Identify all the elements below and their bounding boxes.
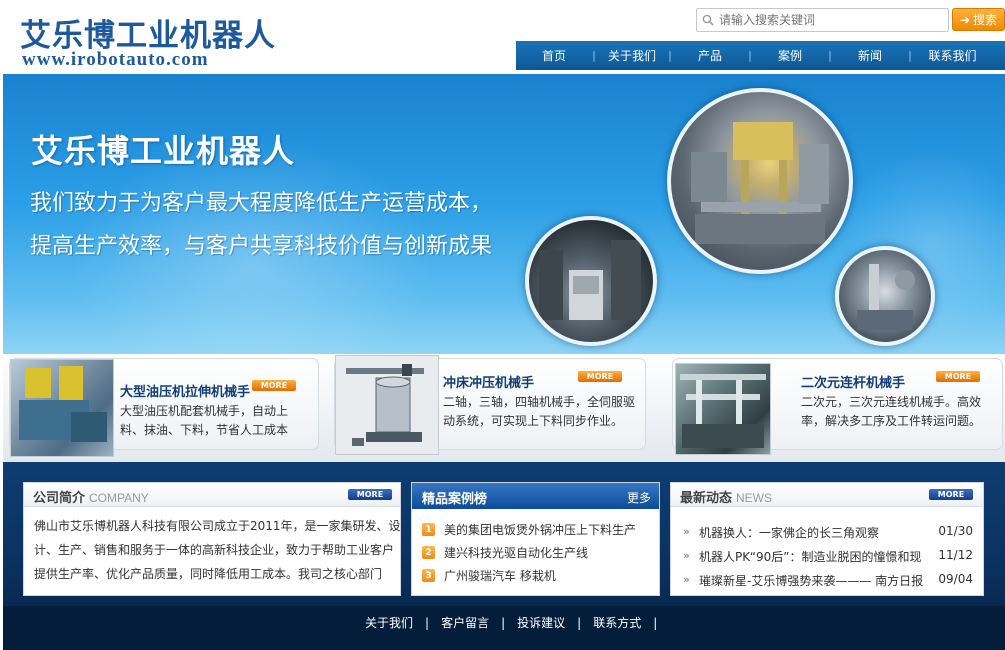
case-rank-badge: 3: [422, 569, 435, 582]
more-button[interactable]: MORE: [252, 380, 296, 391]
arrow-right-icon: ➔: [959, 12, 971, 27]
double-chevron-icon: »: [683, 549, 690, 562]
search-input[interactable]: [719, 10, 939, 30]
news-item[interactable]: » 机器人PK“90后”：制造业脱困的憧憬和现 11/12: [683, 548, 973, 568]
footer-divider: |: [425, 615, 430, 630]
logo-url[interactable]: www.irobotauto.com: [22, 49, 209, 71]
product-description: 二轴，三轴，四轴机械手，全伺服驱动系统，可实现上下料同步作业。: [443, 395, 636, 428]
about-title: 公司简介 COMPANY: [33, 491, 149, 506]
workshop-photo: [525, 216, 657, 346]
footer-link-about[interactable]: 关于我们: [365, 614, 413, 631]
nav-contact[interactable]: 联系我们: [912, 47, 993, 64]
product-description: 二次元，三次元连线机械手。高效率，解决多工序及工件转运问题。: [801, 395, 982, 428]
product-image[interactable]: [335, 355, 439, 455]
footer-link-contact[interactable]: 联系方式: [593, 614, 641, 631]
news-item[interactable]: » 璀璨新星-艾乐博强势来袭——— 南方日报 09/04: [683, 572, 973, 592]
hero-banner: 艾乐博工业机器人 我们致力于为客户最大程度降低生产运营成本，提高生产效率，与客户…: [3, 74, 1005, 354]
product-title[interactable]: 二次元连杆机械手: [801, 372, 905, 391]
cases-panel: 精品案例榜 更多 1 美的集团电饭煲外锅冲压上下料生产 2 建兴科技光驱自动化生…: [411, 482, 660, 596]
news-date: 09/04: [938, 572, 973, 586]
news-title: 最新动态 NEWS: [680, 491, 773, 506]
news-headline[interactable]: 机器人PK“90后”：制造业脱困的憧憬和现: [699, 548, 927, 565]
product-image[interactable]: [675, 363, 771, 455]
case-item[interactable]: 1 美的集团电饭煲外锅冲压上下料生产: [422, 521, 636, 538]
about-panel: 公司简介 COMPANY MORE 佛山市艾乐博机器人科技有限公司成立于2011年…: [23, 482, 401, 596]
footer-link-message[interactable]: 客户留言: [441, 614, 489, 631]
more-button[interactable]: MORE: [936, 371, 980, 382]
nav-about[interactable]: 关于我们: [596, 47, 668, 64]
search-button-label: 搜索: [973, 13, 998, 27]
news-title-en: NEWS: [736, 491, 773, 505]
about-header: 公司简介 COMPANY MORE: [24, 483, 400, 507]
case-rank-badge: 2: [422, 546, 435, 559]
footer-divider: |: [653, 615, 658, 630]
nav-products[interactable]: 产品: [672, 47, 748, 64]
product-card[interactable]: 二次元连杆机械手 MORE 二次元，三次元连线机械手。高效率，解决多工序及工件转…: [672, 358, 1003, 455]
nav-news[interactable]: 新闻: [832, 47, 908, 64]
search-box: [696, 8, 949, 32]
main-nav: 首页 | 关于我们 | 产品 | 案例 | 新闻 | 联系我们: [516, 41, 1005, 70]
product-title[interactable]: 冲床冲压机械手: [443, 372, 534, 391]
info-section: 公司简介 COMPANY MORE 佛山市艾乐博机器人科技有限公司成立于2011年…: [3, 462, 1005, 606]
news-item[interactable]: » 机器换人：一家佛企的长三角观察 01/30: [683, 524, 973, 544]
case-item[interactable]: 2 建兴科技光驱自动化生产线: [422, 544, 588, 561]
nav-home[interactable]: 首页: [516, 47, 592, 64]
cases-more-link[interactable]: 更多: [627, 489, 651, 506]
more-button[interactable]: MORE: [578, 371, 622, 382]
product-image[interactable]: [10, 359, 114, 457]
about-more-button[interactable]: MORE: [348, 489, 392, 500]
banner-slogan: 我们致力于为客户最大程度降低生产运营成本，提高生产效率，与客户共享科技价值与创新…: [30, 191, 493, 259]
about-text: 佛山市艾乐博机器人科技有限公司成立于2011年，是一家集研发、设计、生产、销售和…: [34, 519, 401, 581]
site-header: 艾乐博工业机器人 www.irobotauto.com ➔ 搜索 首页 | 关于…: [0, 0, 1005, 74]
about-title-en: COMPANY: [89, 491, 149, 505]
news-more-button[interactable]: MORE: [929, 489, 973, 500]
robot-arm-photo: [835, 246, 935, 346]
product-card[interactable]: 大型油压机拉伸机械手 MORE 大型油压机配套机械手，自动上料、抹油、下料，节省…: [9, 358, 319, 457]
site-footer: 关于我们 | 客户留言 | 投诉建议 | 联系方式 |: [3, 606, 1005, 650]
product-strip: 大型油压机拉伸机械手 MORE 大型油压机配套机械手，自动上料、抹油、下料，节省…: [3, 354, 1005, 462]
case-rank-badge: 1: [422, 523, 435, 536]
nav-cases[interactable]: 案例: [752, 47, 828, 64]
double-chevron-icon: »: [683, 573, 690, 586]
banner-title: 艾乐博工业机器人: [31, 132, 296, 170]
footer-link-complaint[interactable]: 投诉建议: [517, 614, 565, 631]
product-card[interactable]: 冲床冲压机械手 MORE 二轴，三轴，四轴机械手，全伺服驱动系统，可实现上下料同…: [334, 355, 646, 455]
news-date: 11/12: [938, 548, 973, 562]
product-title[interactable]: 大型油压机拉伸机械手: [120, 381, 250, 400]
product-description: 大型油压机配套机械手，自动上料、抹油、下料，节省人工成本: [120, 404, 289, 437]
hydraulic-press-photo: [667, 88, 853, 274]
cases-title: 精品案例榜: [422, 492, 488, 507]
news-date: 01/30: [938, 524, 973, 538]
case-title[interactable]: 广州骏瑞汽车 移栽机: [444, 567, 556, 584]
news-headline[interactable]: 机器换人：一家佛企的长三角观察: [699, 524, 927, 541]
footer-divider: |: [577, 615, 582, 630]
news-header: 最新动态 NEWS MORE: [671, 483, 983, 507]
cases-header: 精品案例榜 更多: [412, 483, 659, 509]
footer-divider: |: [501, 615, 506, 630]
case-title[interactable]: 建兴科技光驱自动化生产线: [444, 544, 588, 561]
footer-nav: 关于我们 | 客户留言 | 投诉建议 | 联系方式 |: [365, 614, 669, 631]
double-chevron-icon: »: [683, 525, 690, 538]
search-button[interactable]: ➔ 搜索: [952, 8, 1005, 31]
news-headline[interactable]: 璀璨新星-艾乐博强势来袭——— 南方日报: [699, 572, 927, 589]
case-item[interactable]: 3 广州骏瑞汽车 移栽机: [422, 567, 556, 584]
news-panel: 最新动态 NEWS MORE » 机器换人：一家佛企的长三角观察 01/30 » …: [670, 482, 984, 596]
case-title[interactable]: 美的集团电饭煲外锅冲压上下料生产: [444, 521, 636, 538]
search-icon: [697, 9, 719, 31]
